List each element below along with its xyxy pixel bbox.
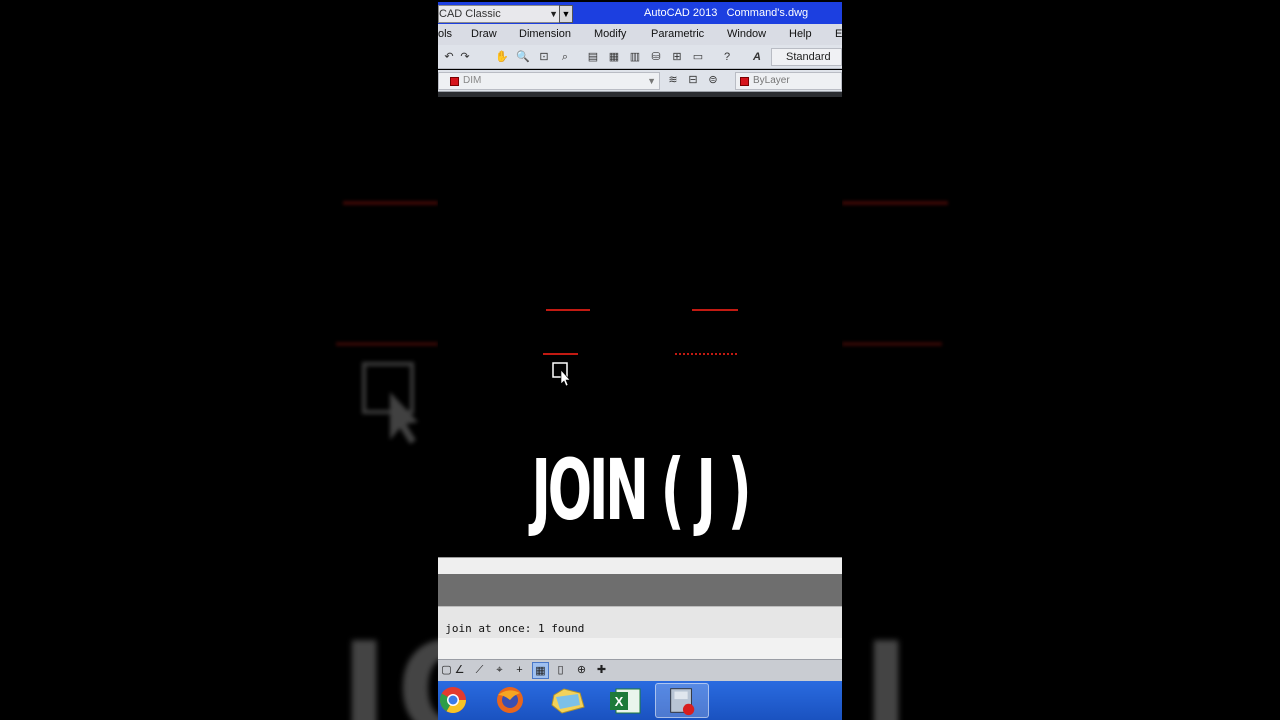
video-frame: JOIN ( J ) CAD Classic ▼ ▼ AutoCAD 2013 … — [0, 0, 1280, 720]
firefox-icon[interactable] — [488, 683, 542, 718]
command-input-area[interactable] — [438, 638, 842, 659]
polar-icon[interactable]: ⟋ — [471, 662, 488, 679]
background-blur-line — [842, 201, 948, 205]
color-value: ByLayer — [753, 75, 790, 86]
background-blur-line — [842, 342, 942, 346]
status-bar: ▢ ∠ ⟋ ⌖ + ▦ ▯ ⊕ ✚ — [438, 659, 842, 681]
line-segment[interactable] — [543, 353, 578, 355]
layers-toolbar: DIM ▼ ≋ ⊟ ⊜ ByLayer — [438, 70, 842, 92]
drawing-canvas[interactable]: JOIN ( J ) — [438, 97, 842, 557]
background-blur-line — [336, 342, 438, 346]
color-swatch — [740, 77, 749, 86]
layer-previous-icon[interactable]: ⊜ — [704, 71, 722, 89]
line-segment[interactable] — [692, 309, 738, 311]
ducs-icon[interactable]: ▦ — [532, 662, 549, 679]
chevron-down-icon: ▼ — [647, 76, 656, 86]
osnap-icon[interactable]: ⌖ — [491, 662, 508, 679]
background-blur-line — [343, 201, 438, 205]
help-icon[interactable]: ? — [718, 48, 736, 66]
windows-taskbar: X — [438, 681, 842, 720]
menu-tools[interactable]: ols — [438, 28, 452, 40]
menu-parametric[interactable]: Parametric — [651, 28, 704, 40]
background-cursor-icon — [362, 362, 418, 444]
make-current-icon[interactable]: ⊟ — [684, 71, 702, 89]
folder-icon[interactable] — [542, 683, 596, 718]
properties-icon[interactable]: ▤ — [584, 48, 602, 66]
lineweight-icon[interactable]: ⊕ — [573, 662, 590, 679]
dyn-icon[interactable]: ▯ — [552, 662, 569, 679]
pickbox-cursor-icon — [552, 362, 571, 387]
quick-properties-icon[interactable]: ✚ — [593, 662, 610, 679]
layer-color-swatch — [450, 77, 459, 86]
design-center-icon[interactable]: ▦ — [605, 48, 623, 66]
excel-icon[interactable]: X — [598, 683, 652, 718]
svg-text:X: X — [615, 694, 624, 709]
text-style-select[interactable]: Standard — [771, 48, 842, 66]
window-title: AutoCAD 2013 Command's.dwg — [644, 7, 808, 19]
menu-window[interactable]: Window — [727, 28, 766, 40]
color-select[interactable]: ByLayer — [735, 72, 842, 90]
quick-access-dropdown[interactable]: ▼ — [559, 5, 573, 23]
menu-help[interactable]: Help — [789, 28, 812, 40]
title-bar: CAD Classic ▼ ▼ AutoCAD 2013 Command's.d… — [438, 2, 842, 24]
calculator-icon[interactable]: ▭ — [689, 48, 707, 66]
autocad-icon[interactable] — [655, 683, 709, 718]
text-style-icon[interactable]: A — [748, 48, 766, 66]
line-segment[interactable] — [546, 309, 590, 311]
standard-toolbar: ↶ ↷ ✋ 🔍 ⊡ ⌕ ▤ ▦ ▥ ⛁ ⊞ ▭ ? A Standard — [438, 45, 842, 69]
zoom-realtime-icon[interactable]: 🔍 — [514, 48, 532, 66]
autocad-window: CAD Classic ▼ ▼ AutoCAD 2013 Command's.d… — [438, 0, 842, 720]
command-history — [438, 574, 842, 606]
selected-line-segment[interactable] — [675, 353, 737, 355]
menu-dimension[interactable]: Dimension — [519, 28, 571, 40]
video-caption-title: JOIN ( J ) — [531, 441, 752, 539]
menu-bar: ols Draw Dimension Modify Parametric Win… — [438, 24, 842, 45]
layer-select[interactable]: DIM ▼ — [438, 72, 660, 90]
menu-modify[interactable]: Modify — [594, 28, 626, 40]
chevron-down-icon: ▼ — [549, 9, 558, 19]
text-style-value: Standard — [786, 51, 831, 63]
sheet-set-icon[interactable]: ⛁ — [647, 48, 665, 66]
chrome-icon[interactable] — [438, 683, 492, 718]
pan-hand-icon[interactable]: ✋ — [493, 48, 511, 66]
tool-palettes-icon[interactable]: ▥ — [626, 48, 644, 66]
workspace-select[interactable]: CAD Classic ▼ — [438, 5, 562, 23]
command-output: o join at once: 1 found — [438, 622, 585, 635]
command-window-header — [438, 557, 842, 574]
zoom-window-icon[interactable]: ⊡ — [535, 48, 553, 66]
layer-properties-icon[interactable]: ≋ — [664, 71, 682, 89]
workspace-label: CAD Classic — [439, 8, 501, 20]
menu-draw[interactable]: Draw — [471, 28, 497, 40]
layer-name: DIM — [463, 75, 482, 86]
redo-icon[interactable]: ↷ — [456, 48, 474, 66]
ortho-icon[interactable]: ∠ — [451, 662, 468, 679]
file-name: Command's.dwg — [726, 7, 809, 19]
menu-express[interactable]: E — [835, 28, 842, 40]
command-line[interactable]: o join at once: 1 found — [438, 606, 842, 638]
zoom-previous-icon[interactable]: ⌕ — [556, 48, 574, 66]
otrack-icon[interactable]: + — [511, 662, 528, 679]
markup-icon[interactable]: ⊞ — [668, 48, 686, 66]
app-name: AutoCAD 2013 — [644, 7, 718, 19]
